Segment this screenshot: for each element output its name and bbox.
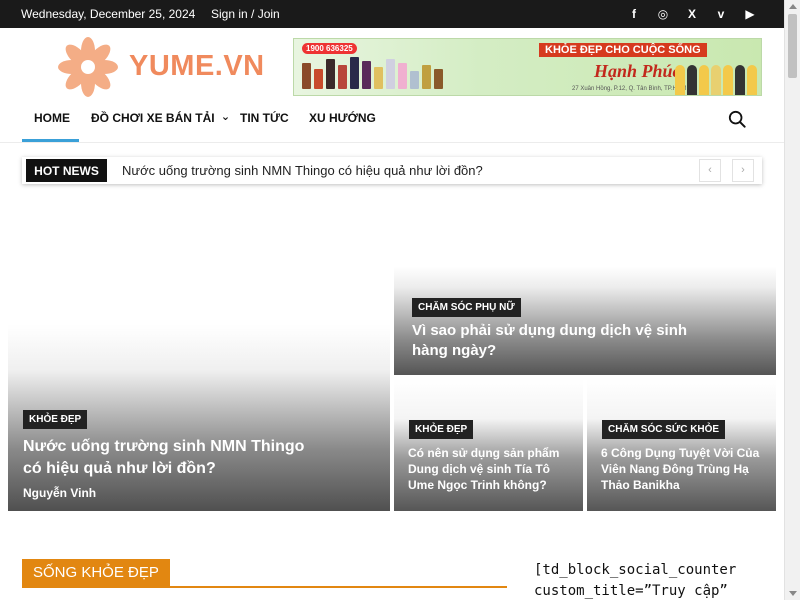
featured-main-tile[interactable]: KHỎE ĐẸP Nước uống trường sinh NMN Thing… [8,200,390,511]
instagram-icon[interactable]: ◎ [655,6,671,22]
nav-item-xu-huong[interactable]: XU HƯỚNG [309,111,376,125]
vimeo-icon[interactable]: v [713,6,729,22]
banner-products-image [302,57,443,89]
site-logo[interactable]: YUME.VN [57,37,267,97]
nav-item-home[interactable]: HOME [34,111,70,125]
current-date: Wednesday, December 25, 2024 [21,7,196,21]
category-badge[interactable]: CHĂM SÓC SỨC KHỎE [602,420,726,439]
article-title[interactable]: Vì sao phải sử dụng dung dịch vệ sinh hà… [412,321,692,362]
hot-news-label: HOT NEWS [26,159,107,182]
featured-top-right-tile[interactable]: CHĂM SÓC PHỤ NỮ Vì sao phải sử dụng dung… [394,200,776,375]
page-scrollbar[interactable] [784,0,800,600]
article-title[interactable]: Nước uống trường sinh NMN Thingo có hiệu… [23,436,323,479]
article-author[interactable]: Nguyễn Vinh [23,486,96,500]
youtube-icon[interactable]: ▶ [742,6,758,22]
x-twitter-icon[interactable]: X [684,6,700,22]
sidebar-shortcode-text: [td_block_social_counter custom_title=”T… [534,560,736,600]
social-icons: f ◎ X v ▶ [626,6,758,22]
nav-item-label: ĐỒ CHƠI XE BÁN TẢI [91,111,215,125]
scrollbar-thumb[interactable] [788,14,797,78]
category-badge[interactable]: KHỎE ĐẸP [409,420,474,439]
hot-news-headline[interactable]: Nước uống trường sinh NMN Thingo có hiệu… [122,163,483,178]
hot-news-ticker: HOT NEWS Nước uống trường sinh NMN Thing… [22,157,762,184]
featured-small-tile-1[interactable]: KHỎE ĐẸP Có nên sử dụng sản phẩm Dung dị… [394,379,583,511]
chevron-down-icon: ⌄ [220,111,231,123]
signin-link[interactable]: Sign in / Join [211,7,280,21]
banner-address: 27 Xuân Hồng, P.12, Q. Tân Bình, TP.HCM [572,86,687,92]
nav-item-do-choi-xe-ban-tai[interactable]: ĐỒ CHƠI XE BÁN TẢI ⌄ [91,111,230,125]
banner-slogan: KHỎE ĐẸP CHO CUỘC SỐNG [539,43,707,57]
banner-people-image [675,65,757,95]
featured-small-tile-2[interactable]: CHĂM SÓC SỨC KHỎE 6 Công Dụng Tuyệt Vời … [587,379,776,511]
shortcode-line: [td_block_social_counter [534,562,737,578]
lotus-flower-icon [58,37,118,97]
banner-phone: 1900 636325 [302,43,357,54]
main-nav: HOME ĐỒ CHƠI XE BÁN TẢI ⌄ TIN TỨC XU HƯỚ… [22,100,762,142]
nav-divider [0,142,784,143]
article-title[interactable]: 6 Công Dụng Tuyệt Vời Của Viên Nang Đông… [601,445,766,494]
section-divider [22,586,507,588]
top-bar: Wednesday, December 25, 2024 Sign in / J… [0,0,784,28]
nav-item-tin-tuc[interactable]: TIN TỨC [240,111,289,125]
section-title: SỐNG KHỎE ĐẸP [22,559,170,587]
category-badge[interactable]: CHĂM SÓC PHỤ NỮ [412,298,521,317]
banner-brand: Hạnh Phúc [594,61,681,81]
category-badge[interactable]: KHỎE ĐẸP [23,410,88,429]
scroll-down-arrow-icon[interactable] [789,591,797,596]
logo-text: YUME.VN [129,50,265,82]
header-banner-ad[interactable]: 1900 636325 KHỎE ĐẸP CHO CUỘC SỐNG Hạnh … [293,38,762,96]
search-icon[interactable] [728,110,746,128]
ticker-next-button[interactable]: › [732,159,754,182]
shortcode-line: custom_title=”Truy cập” [534,583,728,599]
scroll-up-arrow-icon[interactable] [789,4,797,9]
article-title[interactable]: Có nên sử dụng sản phẩm Dung dịch vệ sin… [408,445,573,494]
facebook-icon[interactable]: f [626,6,642,22]
ticker-prev-button[interactable]: ‹ [699,159,721,182]
